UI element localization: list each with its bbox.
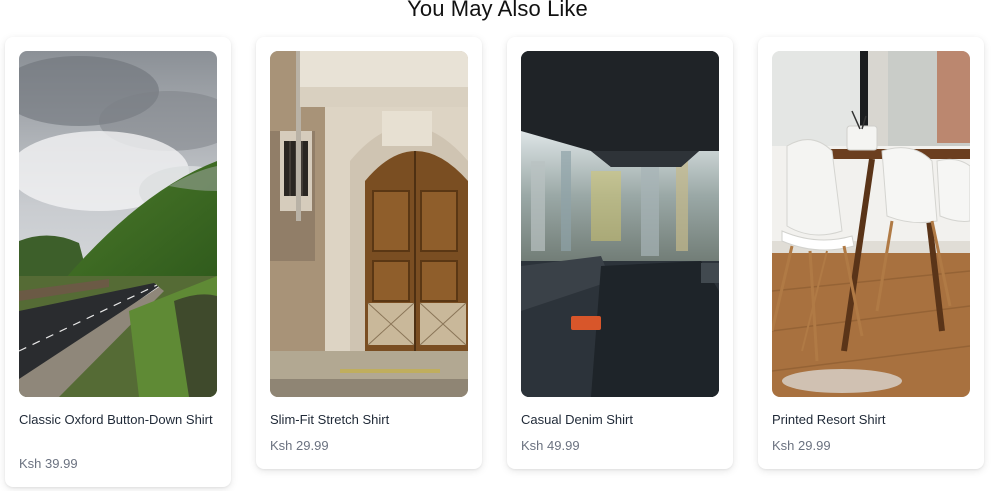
product-name[interactable]: Casual Denim Shirt <box>521 411 717 429</box>
product-image[interactable] <box>19 51 217 397</box>
section-title: You May Also Like <box>407 0 588 21</box>
product-price: Ksh 49.99 <box>521 438 580 453</box>
product-image[interactable] <box>270 51 468 397</box>
product-price: Ksh 39.99 <box>19 456 78 471</box>
product-price: Ksh 29.99 <box>270 438 329 453</box>
product-name[interactable]: Printed Resort Shirt <box>772 411 968 429</box>
product-image[interactable] <box>521 51 719 397</box>
product-card[interactable]: Printed Resort Shirt Ksh 29.99 <box>758 37 984 469</box>
product-card[interactable]: Classic Oxford Button-Down Shirt Ksh 39.… <box>5 37 231 487</box>
product-card[interactable]: Slim-Fit Stretch Shirt Ksh 29.99 <box>256 37 482 469</box>
product-card[interactable]: Casual Denim Shirt Ksh 49.99 <box>507 37 733 469</box>
product-price: Ksh 29.99 <box>772 438 831 453</box>
product-image[interactable] <box>772 51 970 397</box>
recommendations-section: You May Also Like Classic Oxford Button-… <box>0 0 995 491</box>
product-name[interactable]: Classic Oxford Button-Down Shirt <box>19 411 215 429</box>
product-name[interactable]: Slim-Fit Stretch Shirt <box>270 411 466 429</box>
